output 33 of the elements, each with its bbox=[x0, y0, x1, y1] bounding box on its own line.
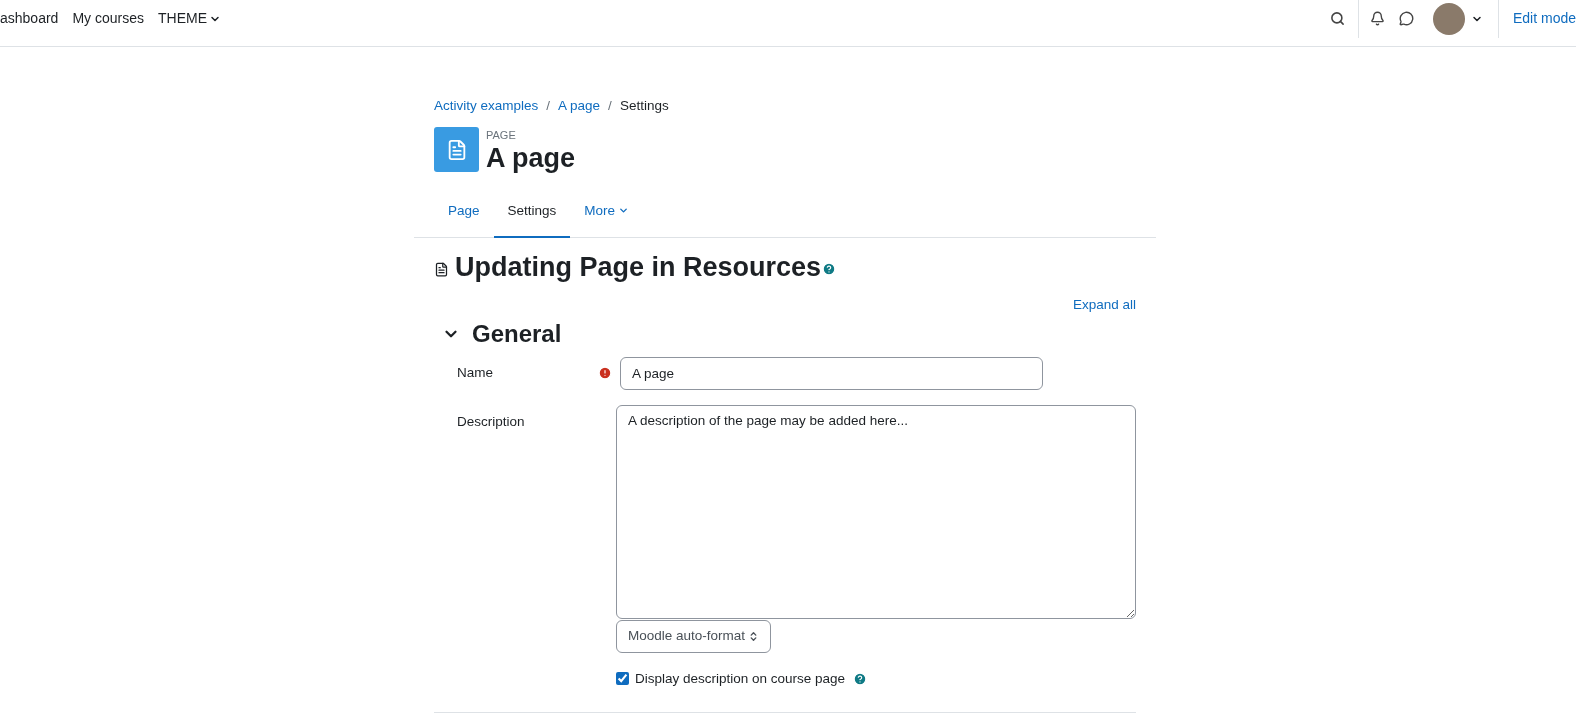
tab[interactable]: Page bbox=[434, 185, 494, 239]
breadcrumb-separator: / bbox=[608, 97, 612, 115]
help-icon[interactable] bbox=[822, 262, 837, 277]
form-heading: Updating Page in Resources bbox=[455, 251, 822, 285]
breadcrumb-link[interactable]: A page bbox=[558, 96, 601, 117]
breadcrumb-separator: / bbox=[546, 97, 551, 115]
activity-type-label: PAGE bbox=[486, 128, 517, 143]
edit-mode-link[interactable]: Edit mode bbox=[1512, 8, 1576, 29]
expand-all-link[interactable]: Expand all bbox=[1072, 295, 1136, 316]
field-label: Description bbox=[457, 413, 525, 429]
updown-arrows-icon bbox=[748, 630, 759, 642]
nav-link[interactable]: My courses bbox=[72, 8, 144, 29]
description-textarea[interactable]: A description of the page may be added here... bbox=[616, 404, 1136, 619]
format-select[interactable]: Moodle auto-format bbox=[616, 619, 771, 653]
chat-bubble-icon[interactable] bbox=[1398, 11, 1414, 26]
page-icon bbox=[434, 127, 479, 173]
breadcrumb-current: Settings bbox=[619, 97, 669, 115]
checkbox-label: Display description on course page bbox=[635, 669, 846, 688]
field-label: Name bbox=[457, 363, 493, 382]
help-icon[interactable] bbox=[853, 671, 868, 686]
breadcrumb-link[interactable]: Activity examples bbox=[434, 96, 539, 117]
nav-link[interactable]: THEME bbox=[157, 8, 221, 29]
tab[interactable]: Settings bbox=[493, 185, 571, 239]
page-title: A page bbox=[486, 142, 575, 175]
search-icon[interactable] bbox=[1329, 11, 1345, 26]
tab[interactable]: More bbox=[570, 185, 644, 239]
name-input[interactable]: A page bbox=[620, 356, 1043, 390]
document-icon bbox=[434, 261, 449, 277]
nav-link[interactable]: ashboard bbox=[0, 8, 59, 29]
checkbox[interactable] bbox=[616, 672, 629, 686]
section-title: General bbox=[472, 318, 562, 349]
avatar[interactable] bbox=[1432, 2, 1465, 35]
bell-icon[interactable] bbox=[1369, 11, 1385, 26]
